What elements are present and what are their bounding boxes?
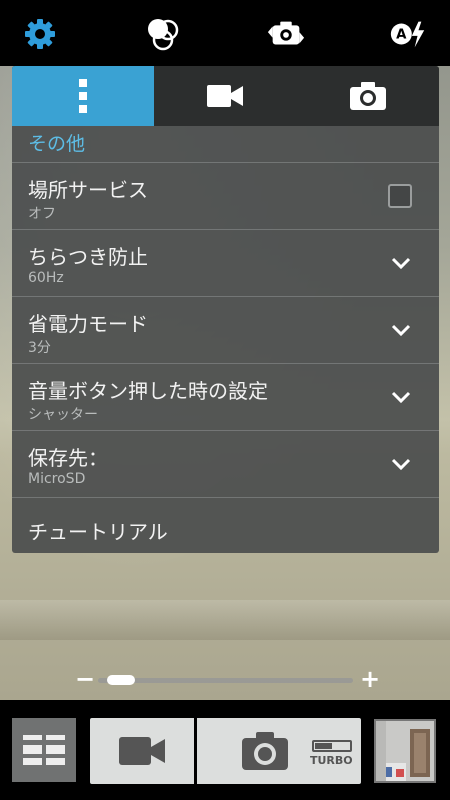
setting-tutorial[interactable]: チュートリアル — [12, 497, 439, 553]
setting-anti-flicker[interactable]: ちらつき防止 60Hz — [12, 229, 439, 296]
turbo-level-fill — [315, 743, 332, 749]
setting-volume-button[interactable]: 音量ボタン押した時の設定 シャッター — [12, 363, 439, 430]
more-vertical-icon — [79, 79, 87, 113]
setting-location-service[interactable]: 場所サービス オフ — [12, 162, 439, 229]
settings-tabs — [12, 66, 439, 126]
video-record-icon — [119, 737, 165, 765]
location-checkbox[interactable] — [388, 184, 412, 208]
record-video-button[interactable] — [90, 718, 194, 784]
turbo-indicator — [312, 740, 352, 752]
camera-shutter-icon — [242, 732, 288, 770]
settings-panel: その他 場所サービス オフ ちらつき防止 60Hz 省電力モード 3分 音量ボタ… — [12, 66, 439, 553]
svg-text:A: A — [396, 28, 407, 43]
setting-title: 省電力モード — [28, 312, 148, 336]
setting-value: MicroSD — [28, 471, 86, 487]
tab-more-settings[interactable] — [12, 66, 154, 126]
chevron-down-icon[interactable] — [391, 388, 411, 406]
zoom-slider[interactable]: − + — [0, 665, 450, 695]
setting-title: 音量ボタン押した時の設定 — [28, 379, 268, 403]
zoom-thumb[interactable] — [106, 675, 135, 685]
setting-title: 保存先： — [28, 446, 108, 470]
zoom-out-button[interactable]: − — [75, 665, 95, 693]
preview-scene — [0, 600, 450, 640]
gallery-thumbnail-image — [376, 721, 434, 781]
zoom-in-button[interactable]: + — [360, 665, 380, 693]
camera-icon — [349, 82, 386, 110]
camera-mode-button[interactable] — [12, 718, 76, 782]
setting-title: ちらつき防止 — [28, 245, 148, 269]
setting-power-saving[interactable]: 省電力モード 3分 — [12, 296, 439, 363]
chevron-down-icon[interactable] — [391, 254, 411, 272]
tab-camera-settings[interactable] — [296, 66, 439, 126]
setting-value: 3分 — [28, 340, 51, 356]
bottom-toolbar: TURBO — [0, 700, 450, 800]
top-toolbar: A — [0, 0, 450, 66]
auto-flash-icon[interactable]: A — [388, 14, 428, 54]
setting-value: シャッター — [28, 407, 98, 423]
chevron-down-icon[interactable] — [391, 321, 411, 339]
setting-storage-location[interactable]: 保存先： MicroSD — [12, 430, 439, 497]
gallery-thumbnail[interactable] — [374, 719, 436, 783]
switch-camera-icon[interactable] — [266, 14, 306, 54]
shutter-button[interactable]: TURBO — [197, 718, 361, 784]
camera-mode-grid-icon — [23, 735, 65, 765]
video-camera-icon — [207, 85, 243, 107]
zoom-track[interactable] — [98, 678, 353, 683]
tab-video-settings[interactable] — [154, 66, 296, 126]
section-title-other: その他 — [28, 133, 86, 155]
color-effects-icon[interactable] — [143, 14, 183, 54]
settings-gear-icon[interactable] — [20, 14, 60, 54]
setting-value: 60Hz — [28, 270, 64, 286]
setting-title: チュートリアル — [28, 520, 168, 544]
chevron-down-icon[interactable] — [391, 455, 411, 473]
turbo-label: TURBO — [310, 754, 353, 767]
setting-title: 場所サービス — [28, 178, 148, 202]
setting-value: オフ — [28, 206, 56, 222]
